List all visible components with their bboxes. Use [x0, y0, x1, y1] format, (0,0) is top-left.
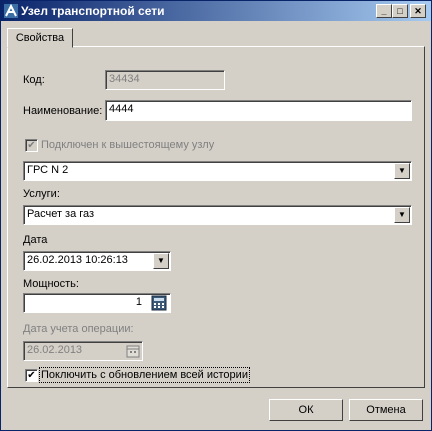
tab-properties[interactable]: Свойства [7, 28, 73, 48]
power-input-value: 1 [135, 296, 142, 308]
dialog-window: Узел транспортной сети _ □ ✕ Свойства Ко… [0, 0, 432, 431]
date-picker[interactable]: 26.02.2013 10:26:13 [23, 251, 171, 271]
maximize-icon: □ [397, 6, 403, 16]
services-dropdown-button[interactable]: ▼ [394, 207, 410, 223]
connect-history-label[interactable]: Поключить с обновлением всей истории [39, 367, 250, 383]
connect-history-checkbox[interactable]: ✔ [25, 369, 38, 382]
grs-select-value: ГРС N 2 [27, 164, 69, 176]
app-icon [4, 4, 18, 18]
power-label: Мощность: [23, 278, 79, 290]
window-title: Узел транспортной сети [21, 4, 165, 18]
chevron-down-icon: ▼ [398, 166, 406, 175]
date-label: Дата [23, 234, 48, 246]
connected-checkbox: ✔ [25, 139, 38, 152]
date-picker-value: 26.02.2013 10:26:13 [27, 254, 128, 266]
tab-properties-label: Свойства [15, 32, 65, 44]
power-input[interactable]: 1 [23, 293, 171, 313]
services-select[interactable]: Расчет за газ [23, 205, 412, 225]
maximize-button[interactable]: □ [392, 4, 408, 18]
services-select-value: Расчет за газ [27, 208, 95, 220]
cancel-button[interactable]: Отмена [349, 399, 423, 421]
chevron-down-icon: ▼ [157, 256, 165, 265]
close-icon: ✕ [414, 6, 422, 16]
title-bar[interactable]: Узел транспортной сети _ □ ✕ [1, 1, 431, 21]
connected-label: Подключен к вышестоящему узлу [41, 139, 215, 151]
code-label: Код: [23, 74, 45, 86]
grs-select[interactable]: ГРС N 2 [23, 161, 412, 181]
code-field: 34434 [105, 70, 225, 90]
name-label: Наименование: [23, 105, 103, 117]
grs-dropdown-button[interactable]: ▼ [394, 163, 410, 179]
name-field[interactable]: 4444 [105, 100, 412, 121]
ok-button-label: ОК [298, 404, 314, 416]
multi-chevron-down-icon: ▼ [398, 210, 406, 219]
minimize-icon: _ [381, 6, 387, 16]
calculator-button[interactable] [151, 295, 167, 311]
calendar-icon [126, 345, 140, 358]
cancel-button-label: Отмена [366, 404, 406, 416]
minimize-button[interactable]: _ [376, 4, 392, 18]
date-dropdown-button[interactable]: ▼ [153, 253, 169, 269]
ok-button[interactable]: ОК [269, 399, 343, 421]
op-date-label: Дата учета операции: [23, 323, 134, 335]
calculator-icon [151, 295, 167, 311]
close-button[interactable]: ✕ [410, 4, 426, 18]
op-date-calendar-button [125, 343, 141, 359]
services-label: Услуги: [23, 188, 60, 200]
op-date-value: 26.02.2013 [27, 344, 83, 356]
